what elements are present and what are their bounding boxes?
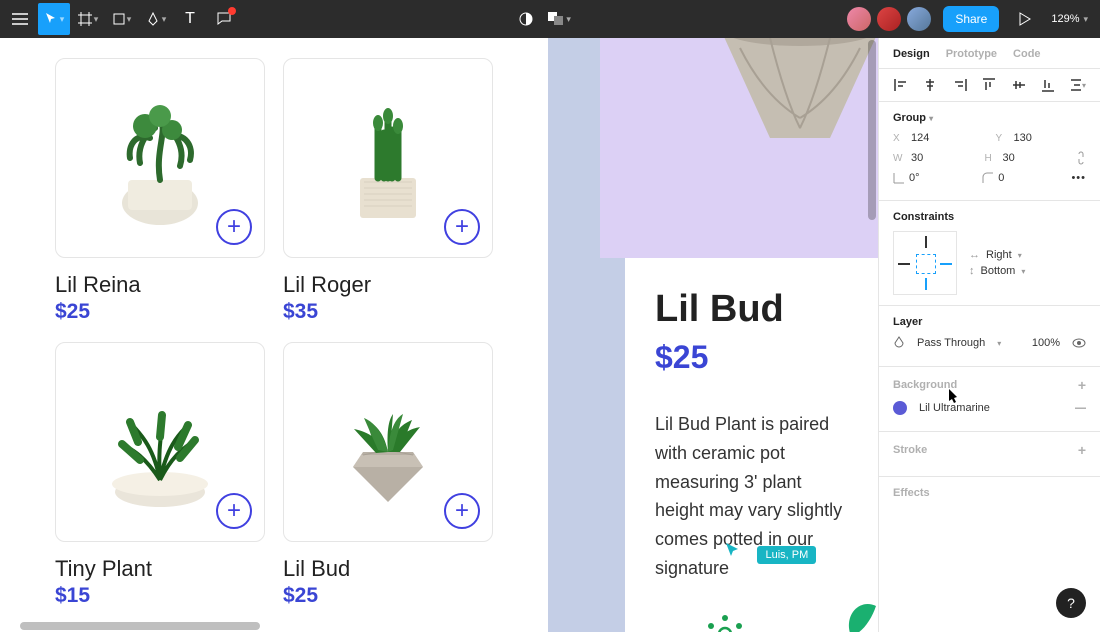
- add-button[interactable]: +: [444, 493, 480, 529]
- y-value[interactable]: 130: [1014, 132, 1064, 144]
- visibility-icon[interactable]: [1072, 336, 1086, 350]
- blend-mode-icon: [893, 336, 905, 350]
- product-price: $25: [55, 300, 265, 324]
- align-left-icon[interactable]: [893, 77, 909, 93]
- product-name: Lil Roger: [283, 272, 493, 298]
- inspector-panel: Design Prototype Code ▾ Group ▾ X124 Y13…: [878, 38, 1100, 632]
- collaborator-cursor: Luis, PM: [725, 538, 816, 564]
- plant-image: [328, 88, 448, 228]
- menu-button[interactable]: [4, 3, 36, 35]
- contrast-tool[interactable]: [510, 3, 542, 35]
- detail-price: $25: [655, 339, 855, 376]
- product-price: $15: [55, 584, 265, 608]
- product-name: Lil Bud: [283, 556, 493, 582]
- product-price: $25: [283, 584, 493, 608]
- cursor-pointer-icon: [948, 388, 960, 404]
- plant-image: [100, 372, 220, 512]
- shape-tool[interactable]: ▾: [106, 3, 138, 35]
- help-button[interactable]: ?: [1056, 588, 1086, 618]
- product-card[interactable]: + Lil Roger $35: [283, 58, 493, 324]
- tab-prototype[interactable]: Prototype: [946, 48, 997, 60]
- detail-frame[interactable]: Lil Bud $25 Lil Bud Plant is paired with…: [625, 258, 878, 632]
- constraints-widget[interactable]: [893, 231, 957, 295]
- share-button[interactable]: Share: [943, 6, 999, 32]
- x-value[interactable]: 124: [911, 132, 961, 144]
- tab-code[interactable]: Code: [1013, 48, 1041, 60]
- product-name: Lil Reina: [55, 272, 265, 298]
- align-hcenter-icon[interactable]: [923, 77, 939, 93]
- detail-pot-image: [700, 38, 878, 168]
- move-tool[interactable]: ▾: [38, 3, 70, 35]
- constrain-proportions-icon[interactable]: [1076, 150, 1086, 166]
- avatar-3[interactable]: [907, 7, 931, 31]
- canvas[interactable]: + Lil Reina $25 + Lil Roger $35 + Tiny P…: [0, 38, 878, 632]
- w-value[interactable]: 30: [911, 152, 961, 164]
- notification-dot: [228, 7, 236, 15]
- present-button[interactable]: [1009, 3, 1041, 35]
- avatar-2[interactable]: [877, 7, 901, 31]
- opacity-value[interactable]: 100%: [1032, 337, 1060, 349]
- align-top-icon[interactable]: [982, 77, 998, 93]
- align-bottom-icon[interactable]: [1041, 77, 1057, 93]
- top-toolbar: ▾ ▾ ▾ ▾ T ▾ Share 129%▾: [0, 0, 1100, 38]
- constraint-h-select[interactable]: ↔Right▾: [969, 249, 1025, 261]
- decorative-shape: [846, 596, 876, 632]
- add-background-icon[interactable]: +: [1078, 377, 1086, 393]
- product-grid-frame[interactable]: + Lil Reina $25 + Lil Roger $35 + Tiny P…: [0, 38, 548, 632]
- avatar-1[interactable]: [847, 7, 871, 31]
- decorative-pattern: [700, 612, 750, 632]
- add-stroke-icon[interactable]: +: [1078, 442, 1086, 458]
- vertical-scrollbar[interactable]: [868, 40, 876, 220]
- text-tool[interactable]: T: [174, 3, 206, 35]
- more-options-icon[interactable]: •••: [1071, 172, 1086, 184]
- frame-tool[interactable]: ▾: [72, 3, 104, 35]
- collaborator-label: Luis, PM: [757, 546, 816, 564]
- constraint-v-select[interactable]: ↕Bottom▾: [969, 265, 1025, 277]
- horizontal-scrollbar[interactable]: [20, 622, 260, 630]
- product-name: Tiny Plant: [55, 556, 265, 582]
- align-right-icon[interactable]: [952, 77, 968, 93]
- tab-design[interactable]: Design: [893, 48, 930, 60]
- zoom-level[interactable]: 129%▾: [1051, 13, 1088, 25]
- blend-mode-select[interactable]: Pass Through: [917, 337, 985, 349]
- pen-tool[interactable]: ▾: [140, 3, 172, 35]
- align-vcenter-icon[interactable]: [1011, 77, 1027, 93]
- add-button[interactable]: +: [216, 493, 252, 529]
- detail-title: Lil Bud: [655, 288, 855, 331]
- corner-radius-icon: [982, 172, 994, 184]
- product-card[interactable]: + Lil Reina $25: [55, 58, 265, 324]
- plant-image: [328, 372, 448, 512]
- remove-background-icon[interactable]: —: [1075, 402, 1086, 414]
- product-card[interactable]: + Tiny Plant $15: [55, 342, 265, 608]
- corner-value[interactable]: 0: [998, 172, 1048, 184]
- product-card[interactable]: + Lil Bud $25: [283, 342, 493, 608]
- component-tool[interactable]: ▾: [544, 3, 576, 35]
- add-button[interactable]: +: [444, 209, 480, 245]
- rotation-value[interactable]: 0°: [909, 172, 959, 184]
- plant-image: [100, 88, 220, 228]
- h-value[interactable]: 30: [1003, 152, 1053, 164]
- angle-icon: [893, 172, 905, 184]
- comment-tool[interactable]: [208, 3, 240, 35]
- color-swatch[interactable]: [893, 401, 907, 415]
- product-price: $35: [283, 300, 493, 324]
- distribute-icon[interactable]: ▾: [1070, 77, 1086, 93]
- add-button[interactable]: +: [216, 209, 252, 245]
